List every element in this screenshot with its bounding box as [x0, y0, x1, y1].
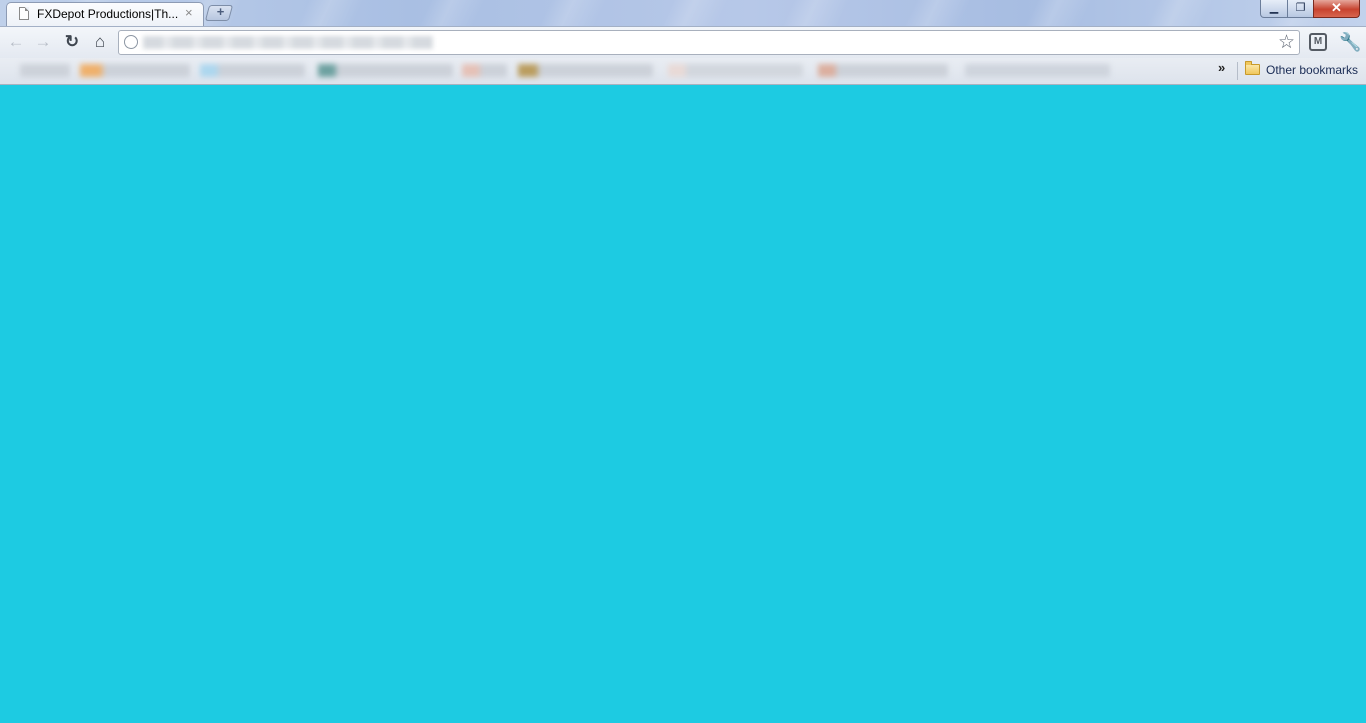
page-icon	[19, 7, 29, 20]
back-arrow-icon[interactable]: ←	[6, 32, 26, 52]
maximize-button[interactable]: ❐	[1287, 0, 1314, 18]
globe-icon	[124, 35, 138, 49]
bookmark-item-blurred[interactable]	[518, 64, 653, 77]
bookmark-item-blurred[interactable]	[462, 64, 507, 77]
bookmarks-overflow-chevron-icon[interactable]: »	[1218, 60, 1225, 75]
bookmark-item-blurred[interactable]	[80, 64, 190, 77]
bookmark-item-blurred[interactable]	[668, 64, 803, 77]
browser-window: FXDepot Productions|Th... × + ▁ ❐ ✕ ← → …	[0, 0, 1366, 723]
bookmark-item-blurred[interactable]	[20, 64, 70, 77]
minimize-button[interactable]: ▁	[1260, 0, 1288, 18]
new-tab-icon[interactable]: +	[214, 5, 227, 18]
tab-title: FXDepot Productions|Th...	[37, 7, 179, 21]
active-tab[interactable]: FXDepot Productions|Th... ×	[6, 2, 204, 26]
close-window-button[interactable]: ✕	[1313, 0, 1360, 18]
tab-close-icon[interactable]: ×	[185, 6, 193, 20]
page-content	[0, 85, 1366, 723]
home-icon[interactable]: ⌂	[90, 32, 110, 52]
address-bar[interactable]: ☆	[118, 30, 1300, 55]
bookmark-star-icon[interactable]: ☆	[1278, 32, 1295, 54]
forward-arrow-icon[interactable]: →	[33, 32, 53, 52]
navigation-toolbar: ← → ↻ ⌂ ☆ M 🔧	[0, 26, 1366, 58]
other-bookmarks-button[interactable]: Other bookmarks	[1266, 63, 1358, 77]
bookmarks-separator	[1237, 62, 1238, 80]
bookmarks-bar: » Other bookmarks	[0, 58, 1366, 85]
extension-icon[interactable]: M	[1309, 33, 1327, 51]
tab-strip: FXDepot Productions|Th... × + ▁ ❐ ✕	[0, 0, 1366, 26]
bookmark-item-blurred[interactable]	[318, 64, 453, 77]
folder-icon	[1245, 61, 1260, 75]
bookmark-item-blurred[interactable]	[818, 64, 948, 77]
bookmark-item-blurred[interactable]	[200, 64, 305, 77]
bookmark-item-blurred[interactable]	[965, 64, 1110, 77]
wrench-menu-icon[interactable]: 🔧	[1339, 32, 1361, 52]
address-bar-url-blurred	[143, 36, 433, 49]
reload-icon[interactable]: ↻	[62, 32, 82, 52]
